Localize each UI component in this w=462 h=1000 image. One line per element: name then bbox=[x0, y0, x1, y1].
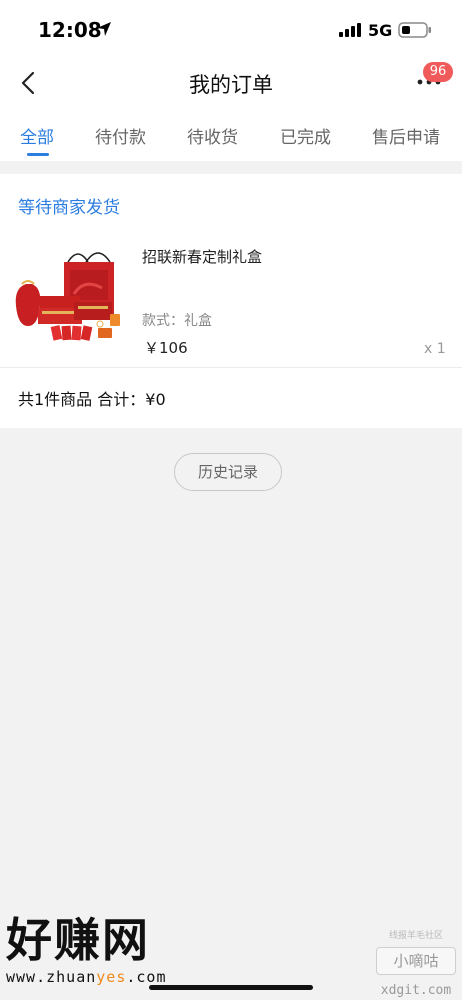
order-tabs: 全部 待付款 待收货 已完成 售后申请 bbox=[0, 108, 462, 161]
page-title: 我的订单 bbox=[189, 73, 273, 97]
order-card[interactable]: 等待商家发货 招联新春定制礼盒 款式：礼盒 ￥106 x 1 共1件商品 合计：… bbox=[0, 174, 462, 428]
cellular-signal-icon bbox=[339, 23, 361, 37]
notification-badge: 96 bbox=[423, 62, 453, 82]
product-price: ￥106 bbox=[144, 339, 188, 357]
watermark-right: 线报羊毛社区 小嘀咕 xdgit.com bbox=[376, 928, 456, 998]
location-arrow-icon bbox=[97, 22, 111, 36]
home-indicator[interactable] bbox=[149, 985, 313, 990]
divider bbox=[0, 367, 462, 368]
tab-pending-receipt[interactable]: 待收货 bbox=[187, 123, 238, 148]
watermark-url-pre: www.zhuan bbox=[6, 968, 97, 986]
watermark-url-highlight: yes bbox=[96, 968, 127, 986]
status-bar: 12:08 5G bbox=[0, 0, 462, 56]
nav-bar: 我的订单 96 bbox=[0, 56, 462, 108]
product-image[interactable] bbox=[12, 244, 124, 354]
tab-pending-payment[interactable]: 待付款 bbox=[95, 123, 146, 148]
network-label: 5G bbox=[368, 21, 393, 40]
order-status: 等待商家发货 bbox=[18, 198, 120, 218]
battery-icon bbox=[398, 22, 431, 38]
watermark-title: 好赚网 bbox=[6, 913, 150, 967]
tab-completed[interactable]: 已完成 bbox=[280, 123, 331, 148]
watermark-domain: xdgit.com bbox=[380, 983, 452, 998]
watermark-url-post: .com bbox=[126, 968, 167, 986]
watermark-left: 好赚网 www.zhuanyes.com bbox=[6, 912, 167, 986]
tab-after-sales[interactable]: 售后申请 bbox=[372, 123, 440, 148]
active-tab-indicator bbox=[27, 153, 49, 156]
product-name: 招联新春定制礼盒 bbox=[142, 248, 263, 266]
product-spec: 款式：礼盒 bbox=[142, 313, 212, 329]
tab-all[interactable]: 全部 bbox=[20, 123, 54, 148]
watermark-url: www.zhuanyes.com bbox=[6, 968, 167, 986]
product-quantity: x 1 bbox=[424, 341, 446, 357]
order-summary: 共1件商品 合计：¥0 bbox=[18, 390, 166, 409]
watermark-caption: 线报羊毛社区 bbox=[388, 931, 443, 941]
history-records-button[interactable]: 历史记录 bbox=[174, 453, 282, 491]
watermark-logo: 小嘀咕 bbox=[376, 947, 456, 975]
status-time: 12:08 bbox=[38, 18, 102, 42]
